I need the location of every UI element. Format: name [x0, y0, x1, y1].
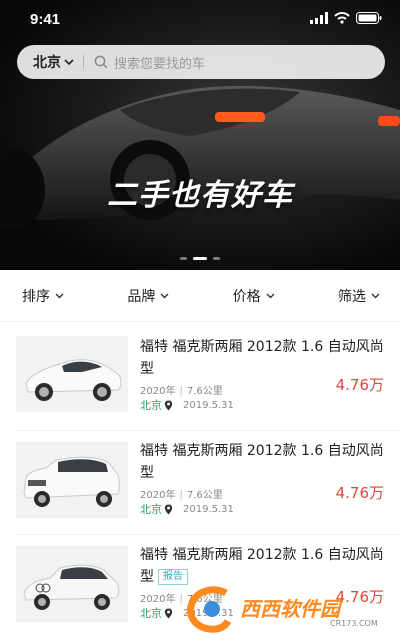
watermark: 西西软件园 CR173.COM [180, 585, 400, 635]
filter-brand[interactable]: 品牌 [127, 286, 169, 306]
listing-date: 2019.5.31 [183, 503, 234, 515]
car-listing[interactable]: 福特 福克斯两厢 2012款 1.6 自动风尚型 2020年 | 7.6公里 北京 … [0, 322, 400, 432]
city-label: 北京 [33, 55, 61, 71]
listing-location: 北京 2019.5.31 [140, 501, 234, 517]
listing-city: 北京 [140, 607, 162, 620]
listing-price: 4.76万 [335, 484, 384, 502]
watermark-sub: CR173.COM [330, 619, 378, 628]
location-pin-icon [164, 400, 173, 410]
car-image [23, 456, 120, 507]
filter-label: 筛选 [337, 288, 366, 305]
listing-meta: 2020年 | 7.6公里 [140, 386, 223, 397]
car-thumbnail [16, 336, 128, 412]
location-pin-icon [164, 608, 173, 618]
signal-icon [310, 12, 328, 24]
filter-label: 价格 [232, 288, 261, 305]
car-thumbnail [16, 546, 128, 622]
watermark-text: 西西软件园 [240, 597, 340, 621]
city-selector[interactable]: 北京 [17, 52, 74, 72]
status-icons [310, 12, 382, 24]
chevron-down-icon [64, 58, 74, 65]
listing-city: 北京 [140, 399, 162, 412]
car-listing[interactable]: 福特 福克斯两厢 2012款 1.6 自动风尚型 2020年 | 7.6公里 北京 … [0, 426, 400, 536]
car-image [25, 359, 122, 401]
listing-city: 北京 [140, 503, 162, 516]
carousel-dot[interactable] [213, 257, 220, 260]
car-thumbnail [16, 442, 128, 518]
filter-price[interactable]: 价格 [233, 286, 275, 306]
filter-more[interactable]: 筛选 [338, 286, 380, 306]
listing-year: 2020年 [140, 386, 176, 397]
filter-sort[interactable]: 排序 [22, 286, 64, 306]
filter-label: 排序 [22, 288, 50, 305]
listing-title-text: 福特 福克斯两厢 2012款 1.6 自动风尚型 [140, 339, 384, 377]
carousel-dot[interactable] [180, 257, 187, 260]
search-icon [94, 55, 108, 69]
chevron-down-icon [160, 293, 169, 298]
listing-title: 福特 福克斯两厢 2012款 1.6 自动风尚型 报告 [140, 544, 386, 588]
listing-price: 4.76万 [335, 376, 384, 394]
carousel-dots[interactable] [0, 257, 400, 260]
carousel-dot-active[interactable] [193, 257, 207, 260]
chevron-down-icon [371, 293, 380, 298]
battery-icon [356, 12, 382, 24]
listing-year: 2020年 [140, 490, 176, 501]
hero-banner[interactable]: 9:41 北京 搜索您要找的车 二手也有好车 [0, 0, 400, 270]
listing-meta: 2020年 | 7.6公里 [140, 490, 223, 501]
car-image [23, 564, 120, 610]
listing-mileage: 7.6公里 [186, 490, 223, 501]
filter-bar: 排序 品牌 价格 筛选 [0, 270, 400, 322]
listing-mileage: 7.6公里 [186, 386, 223, 397]
listing-location: 北京 2019.5.31 [140, 397, 234, 413]
wifi-icon [334, 12, 350, 24]
status-time: 9:41 [30, 11, 61, 28]
status-bar: 9:41 [0, 0, 400, 40]
location-pin-icon [164, 504, 173, 514]
listing-year: 2020年 [140, 594, 176, 605]
listing-title-text: 福特 福克斯两厢 2012款 1.6 自动风尚型 [140, 443, 384, 481]
filter-label: 品牌 [127, 288, 156, 305]
listing-title: 福特 福克斯两厢 2012款 1.6 自动风尚型 [140, 440, 386, 484]
hero-slogan: 二手也有好车 [107, 178, 293, 213]
chevron-down-icon [266, 293, 275, 298]
search-input[interactable]: 搜索您要找的车 [114, 53, 205, 72]
watermark-logo-icon [187, 586, 232, 633]
report-badge[interactable]: 报告 [158, 569, 188, 585]
search-bar[interactable]: 北京 搜索您要找的车 [17, 45, 385, 79]
search-separator [83, 55, 84, 69]
chevron-down-icon [55, 293, 64, 298]
listing-date: 2019.5.31 [183, 399, 234, 411]
